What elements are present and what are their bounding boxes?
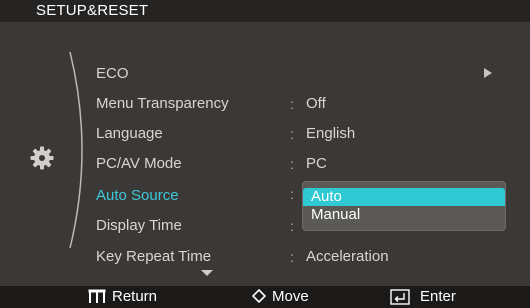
dropdown-option-auto[interactable]: Auto [303, 188, 505, 206]
menu-item-menu-transparency[interactable]: Menu Transparency [96, 96, 229, 112]
pc-av-mode-value: PC [306, 155, 327, 172]
menu-title: SETUP&RESET [36, 2, 149, 19]
menu-item-auto-source[interactable]: Auto Source [96, 188, 179, 204]
menu-item-display-time[interactable]: Display Time [96, 218, 182, 234]
return-button[interactable]: Return [88, 288, 178, 306]
dropdown-option-manual[interactable]: Manual [303, 206, 505, 224]
header-bar: SETUP&RESET [0, 0, 530, 22]
return-icon [88, 289, 106, 303]
separator: : [290, 96, 294, 112]
submenu-arrow-icon [484, 68, 492, 78]
menu-transparency-value: Off [306, 95, 326, 112]
separator: : [290, 156, 294, 172]
scroll-down-icon[interactable] [201, 270, 213, 276]
menu-arc-divider [69, 51, 83, 249]
osd-menu-window: SETUP&RESET ECO Menu Transparency : Off … [0, 0, 530, 308]
separator: : [290, 249, 294, 265]
menu-item-pc-av-mode[interactable]: PC/AV Mode [96, 156, 182, 172]
key-repeat-time-value: Acceleration [306, 248, 389, 265]
auto-source-dropdown[interactable]: Auto Manual [303, 182, 505, 230]
gear-icon [30, 146, 54, 170]
footer-bar: Return Move Enter [0, 286, 530, 308]
enter-button[interactable]: Enter [390, 288, 490, 306]
dropdown-option-label: Auto [311, 188, 342, 205]
dropdown-option-label: Manual [311, 206, 361, 223]
separator: : [290, 186, 294, 202]
move-button[interactable]: Move [252, 288, 342, 306]
menu-item-eco[interactable]: ECO [96, 66, 129, 82]
menu-item-key-repeat-time[interactable]: Key Repeat Time [96, 249, 211, 265]
separator: : [290, 218, 294, 234]
move-icon [252, 289, 266, 303]
enter-icon [390, 289, 410, 305]
language-value: English [306, 125, 356, 142]
return-label: Return [112, 288, 158, 305]
menu-item-language[interactable]: Language [96, 126, 163, 142]
separator: : [290, 126, 294, 142]
enter-label: Enter [420, 288, 456, 305]
move-label: Move [272, 288, 309, 305]
